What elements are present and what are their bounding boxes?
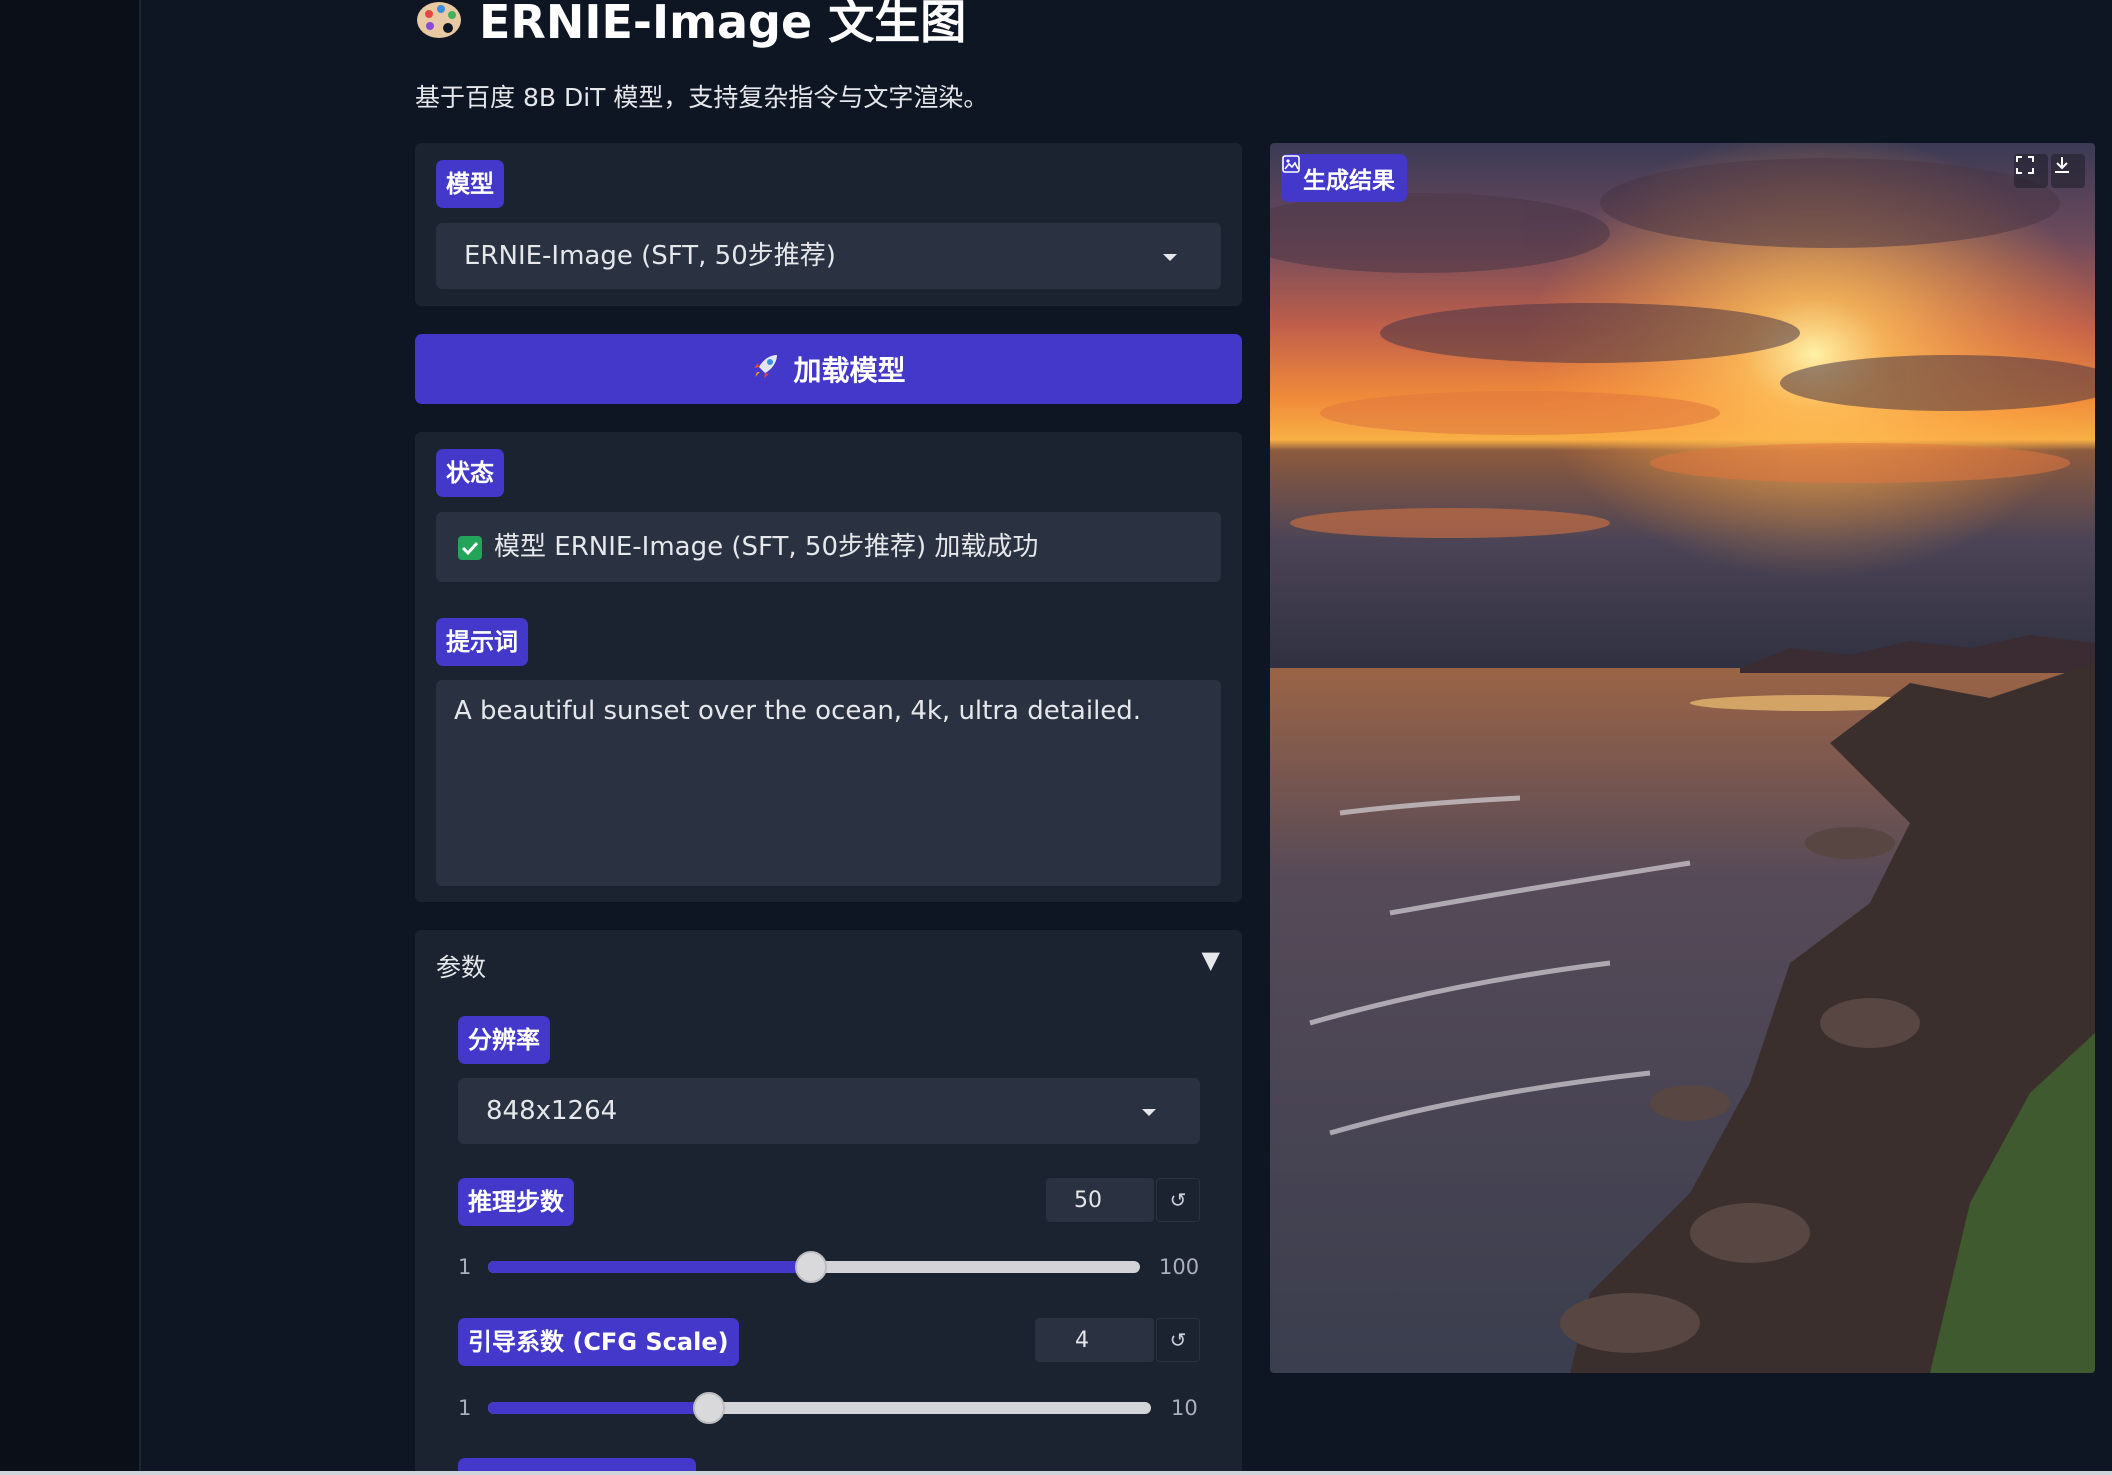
model-panel: 模型 ERNIE-Image (SFT, 50步推荐) xyxy=(415,143,1242,306)
load-model-button[interactable]: 加载模型 xyxy=(415,334,1242,404)
cfg-reset-button[interactable]: ↺ xyxy=(1156,1318,1200,1362)
resolution-label: 分辨率 xyxy=(458,1016,550,1064)
page-subtitle: 基于百度 8B DiT 模型，支持复杂指令与文字渲染。 xyxy=(415,83,989,112)
steps-reset-button[interactable]: ↺ xyxy=(1156,1178,1200,1222)
sunset-image xyxy=(1270,143,2095,1373)
resolution-label-text: 分辨率 xyxy=(468,1026,540,1054)
prompt-textarea[interactable]: A beautiful sunset over the ocean, 4k, u… xyxy=(436,680,1221,886)
steps-max: 100 xyxy=(1159,1255,1200,1279)
check-icon xyxy=(458,536,482,560)
cfg-max: 10 xyxy=(1171,1396,1198,1420)
steps-number-input[interactable]: 50 xyxy=(1046,1178,1154,1222)
palette-icon xyxy=(415,0,465,44)
result-label-text: 生成结果 xyxy=(1303,168,1395,194)
bottom-border xyxy=(0,1471,2112,1475)
result-label: 生成结果 xyxy=(1281,154,1407,202)
download-icon xyxy=(2055,157,2069,173)
fullscreen-button[interactable] xyxy=(2014,154,2048,188)
cfg-label: 引导系数 (CFG Scale) xyxy=(458,1318,739,1366)
prompt-label: 提示词 xyxy=(436,618,528,666)
steps-slider-fill xyxy=(488,1261,811,1273)
chevron-down-icon xyxy=(1142,1109,1156,1116)
steps-number-value: 50 xyxy=(1074,1187,1102,1213)
params-panel: 参数 ▼ 分辨率 848x1264 推理步数 50 ↺ 1 100 引导系数 (… xyxy=(415,930,1242,1475)
rocket-icon xyxy=(751,351,781,388)
params-accordion-title[interactable]: 参数 xyxy=(436,948,486,984)
model-label: 模型 xyxy=(436,160,504,208)
steps-slider[interactable] xyxy=(488,1251,1140,1283)
model-dropdown-value: ERNIE-Image (SFT, 50步推荐) xyxy=(464,241,836,271)
steps-min: 1 xyxy=(458,1255,472,1279)
resolution-dropdown[interactable]: 848x1264 xyxy=(458,1078,1200,1144)
cfg-slider-fill xyxy=(488,1402,709,1414)
status-prompt-panel: 状态 模型 ERNIE-Image (SFT, 50步推荐) 加载成功 提示词 … xyxy=(415,432,1242,902)
cfg-number-input[interactable]: 4 xyxy=(1035,1318,1154,1362)
steps-label: 推理步数 xyxy=(458,1178,574,1226)
left-sidebar xyxy=(0,0,141,1475)
result-image-panel: 生成结果 xyxy=(1270,143,2095,1373)
status-label: 状态 xyxy=(436,449,504,497)
cfg-min: 1 xyxy=(458,1396,472,1420)
download-button[interactable] xyxy=(2051,154,2085,188)
load-model-button-label: 加载模型 xyxy=(793,354,906,387)
cfg-label-text: 引导系数 (CFG Scale) xyxy=(468,1328,729,1356)
steps-label-text: 推理步数 xyxy=(468,1188,564,1216)
chevron-down-icon xyxy=(1163,254,1177,261)
prompt-label-text: 提示词 xyxy=(446,628,518,656)
header: ERNIE-Image 文生图 xyxy=(415,0,967,49)
collapse-arrow-icon[interactable]: ▼ xyxy=(1202,946,1220,974)
steps-slider-thumb[interactable] xyxy=(794,1251,827,1283)
cfg-number-value: 4 xyxy=(1075,1327,1089,1353)
resolution-dropdown-value: 848x1264 xyxy=(486,1096,618,1126)
status-box: 模型 ERNIE-Image (SFT, 50步推荐) 加载成功 xyxy=(436,512,1221,582)
page-title: ERNIE-Image 文生图 xyxy=(479,0,967,49)
model-dropdown[interactable]: ERNIE-Image (SFT, 50步推荐) xyxy=(436,223,1221,289)
reset-icon: ↺ xyxy=(1169,1188,1187,1212)
cfg-slider-thumb[interactable] xyxy=(692,1392,725,1424)
model-label-text: 模型 xyxy=(446,170,494,198)
cfg-slider[interactable] xyxy=(488,1392,1151,1424)
fullscreen-icon xyxy=(2016,156,2034,174)
reset-icon: ↺ xyxy=(1169,1328,1187,1352)
status-label-text: 状态 xyxy=(446,459,494,487)
prompt-text: A beautiful sunset over the ocean, 4k, u… xyxy=(454,696,1142,726)
status-text: 模型 ERNIE-Image (SFT, 50步推荐) 加载成功 xyxy=(494,532,1039,562)
